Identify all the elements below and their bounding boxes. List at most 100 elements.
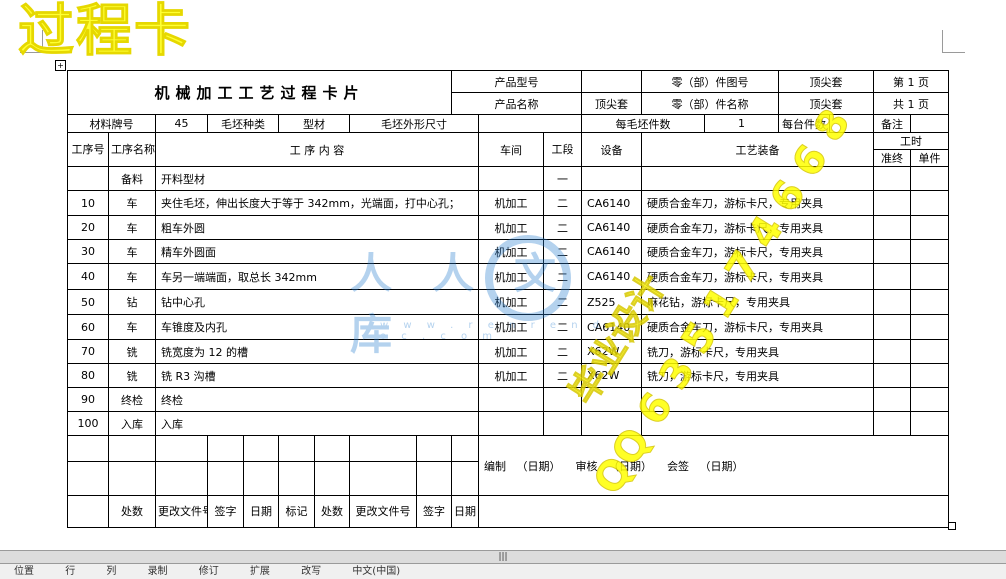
op-prep-time[interactable] (873, 166, 912, 191)
op-section[interactable] (542, 411, 583, 436)
op-prep-time[interactable] (873, 411, 912, 436)
op-name[interactable]: 铣 (108, 339, 156, 364)
op-workshop[interactable]: 机加工 (478, 363, 544, 388)
blank-cell[interactable] (477, 495, 950, 528)
blank-cell[interactable] (243, 435, 279, 462)
blank-cell[interactable] (451, 461, 479, 496)
op-name[interactable]: 铣 (108, 363, 156, 388)
op-content[interactable]: 铣 R3 沟槽 (155, 363, 479, 388)
op-unit-time[interactable] (910, 339, 950, 364)
op-section[interactable]: 二 (542, 190, 583, 216)
blank-cell[interactable] (67, 461, 109, 496)
status-record[interactable]: 录制 (148, 566, 168, 577)
op-unit-time[interactable] (910, 314, 950, 340)
op-section[interactable]: 二 (542, 215, 583, 240)
op-no[interactable]: 10 (67, 190, 109, 216)
op-unit-time[interactable] (910, 166, 950, 191)
blank-cell[interactable] (349, 461, 417, 496)
blank-cell[interactable] (314, 461, 350, 496)
op-no[interactable]: 30 (67, 239, 109, 264)
op-prep-time[interactable] (873, 363, 912, 388)
op-workshop[interactable]: 机加工 (478, 190, 544, 216)
op-prep-time[interactable] (873, 289, 912, 315)
op-unit-time[interactable] (910, 263, 950, 290)
op-name[interactable]: 车 (108, 190, 156, 216)
notes-value[interactable] (910, 114, 950, 133)
product-name-value[interactable]: 顶尖套 (581, 92, 643, 115)
blank-cell[interactable] (278, 435, 315, 462)
op-content[interactable]: 夹住毛坯，伸出长度大于等于 342mm，光端面，打中心孔； (155, 190, 479, 216)
op-no[interactable]: 90 (67, 387, 109, 412)
op-content[interactable]: 开料型材 (155, 166, 479, 191)
op-no[interactable]: 70 (67, 339, 109, 364)
blank-type-value[interactable]: 型材 (278, 114, 350, 133)
blank-cell[interactable] (108, 435, 156, 462)
op-name[interactable]: 车 (108, 263, 156, 290)
blank-cell[interactable] (155, 461, 208, 496)
op-workshop[interactable] (478, 166, 544, 191)
op-unit-time[interactable] (910, 190, 950, 216)
op-name[interactable]: 备料 (108, 166, 156, 191)
material-value[interactable]: 45 (155, 114, 208, 133)
pane-splitter[interactable]: ||| (0, 551, 1006, 564)
op-workshop[interactable] (478, 411, 544, 436)
op-workshop[interactable] (478, 387, 544, 412)
op-equipment[interactable] (581, 166, 643, 191)
blank-cell[interactable] (67, 435, 109, 462)
status-track[interactable]: 修订 (199, 566, 219, 577)
op-name[interactable]: 入库 (108, 411, 156, 436)
blank-cell[interactable] (349, 435, 417, 462)
op-unit-time[interactable] (910, 411, 950, 436)
op-unit-time[interactable] (910, 387, 950, 412)
blank-cell[interactable] (207, 435, 244, 462)
op-no[interactable]: 60 (67, 314, 109, 340)
op-name[interactable]: 车 (108, 239, 156, 264)
op-equipment[interactable]: CA6140 (581, 215, 643, 240)
op-unit-time[interactable] (910, 239, 950, 264)
op-no[interactable]: 100 (67, 411, 109, 436)
op-content[interactable]: 终检 (155, 387, 479, 412)
op-prep-time[interactable] (873, 215, 912, 240)
op-name[interactable]: 车 (108, 314, 156, 340)
blank-cell[interactable] (207, 461, 244, 496)
blank-cell[interactable] (451, 435, 479, 462)
op-name[interactable]: 车 (108, 215, 156, 240)
op-prep-time[interactable] (873, 387, 912, 412)
op-no[interactable]: 50 (67, 289, 109, 315)
op-prep-time[interactable] (873, 239, 912, 264)
op-unit-time[interactable] (910, 215, 950, 240)
op-equipment[interactable]: CA6140 (581, 190, 643, 216)
product-model-value[interactable] (581, 70, 643, 93)
op-unit-time[interactable] (910, 363, 950, 388)
op-name[interactable]: 钻 (108, 289, 156, 315)
status-language[interactable]: 中文(中国) (352, 566, 400, 577)
op-no[interactable] (67, 166, 109, 191)
blanks-per-value[interactable]: 1 (704, 114, 780, 133)
op-tooling[interactable] (641, 166, 875, 191)
blank-cell[interactable] (314, 435, 350, 462)
op-prep-time[interactable] (873, 314, 912, 340)
op-content[interactable]: 入库 (155, 411, 479, 436)
table-resize-handle[interactable] (948, 522, 956, 530)
op-prep-time[interactable] (873, 190, 912, 216)
blank-cell[interactable] (108, 461, 156, 496)
part-drawing-no-value[interactable]: 顶尖套 (778, 70, 875, 93)
op-no[interactable]: 80 (67, 363, 109, 388)
op-prep-time[interactable] (873, 339, 912, 364)
op-no[interactable]: 40 (67, 263, 109, 290)
blank-cell[interactable] (278, 461, 315, 496)
op-content[interactable]: 粗车外圆 (155, 215, 479, 240)
op-prep-time[interactable] (873, 263, 912, 290)
blank-cell[interactable] (67, 495, 109, 528)
op-tooling[interactable]: 麻花钻，游标卡尺，专用夹具 (641, 289, 875, 315)
blank-size-value[interactable] (477, 114, 583, 133)
blank-cell[interactable] (416, 461, 452, 496)
op-name[interactable]: 终检 (108, 387, 156, 412)
status-extend[interactable]: 扩展 (250, 566, 270, 577)
blank-cell[interactable] (243, 461, 279, 496)
status-overwrite[interactable]: 改写 (301, 566, 321, 577)
op-no[interactable]: 20 (67, 215, 109, 240)
blank-cell[interactable] (416, 435, 452, 462)
blank-cell[interactable] (155, 435, 208, 462)
op-unit-time[interactable] (910, 289, 950, 315)
